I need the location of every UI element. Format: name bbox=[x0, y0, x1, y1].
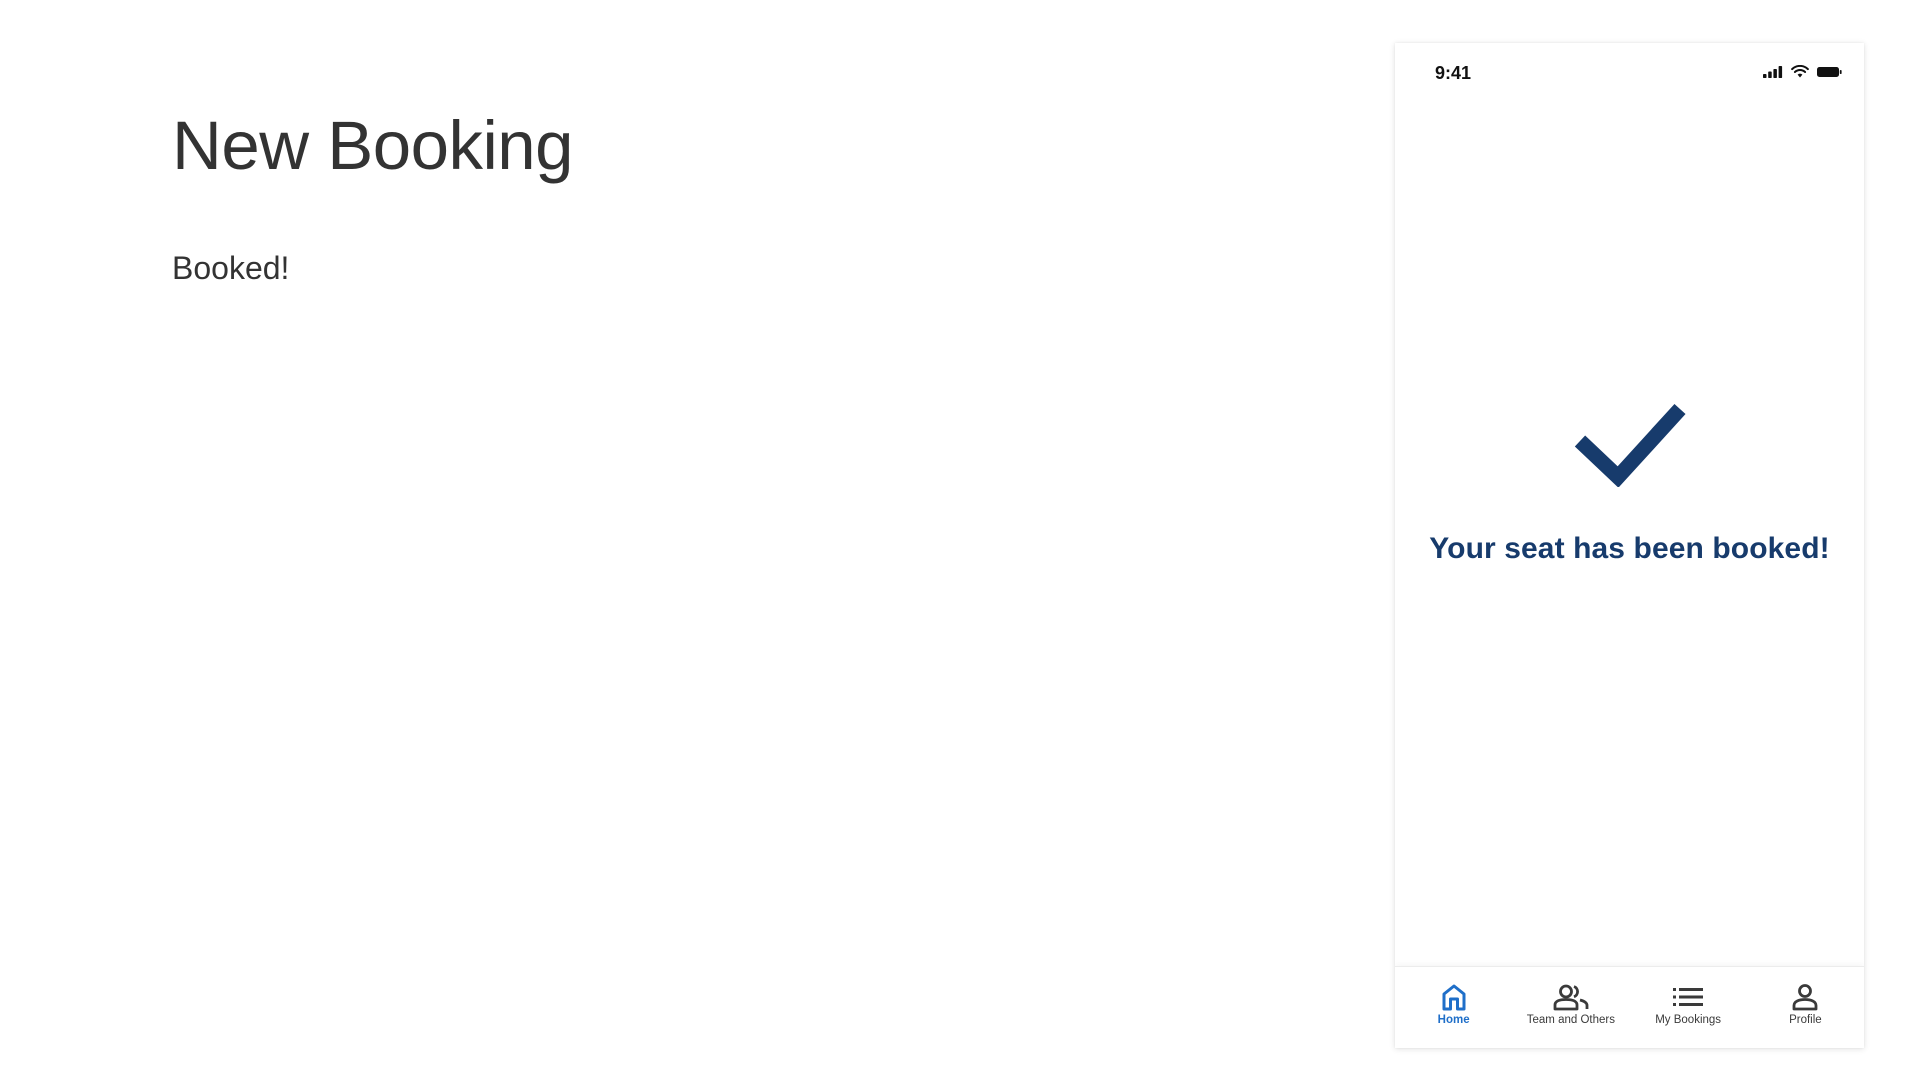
bottom-tab-bar: Home Team and Others My Bookings Profile bbox=[1395, 966, 1864, 1048]
status-bar: 9:41 bbox=[1395, 43, 1864, 103]
tab-team-and-others[interactable]: Team and Others bbox=[1512, 967, 1629, 1048]
confirmation-panel: Your seat has been booked! bbox=[1395, 403, 1864, 566]
status-time: 9:41 bbox=[1435, 63, 1472, 83]
tab-label: My Bookings bbox=[1655, 1014, 1722, 1026]
home-icon bbox=[1442, 984, 1466, 1011]
tab-my-bookings[interactable]: My Bookings bbox=[1630, 967, 1747, 1048]
slide: New Booking Booked! 9:41 Your seat has b… bbox=[0, 0, 1920, 1080]
tab-label: Profile bbox=[1789, 1014, 1822, 1026]
person-icon bbox=[1792, 984, 1818, 1011]
tab-label: Team and Others bbox=[1526, 1014, 1615, 1026]
people-icon bbox=[1553, 984, 1589, 1011]
cellular-signal-icon bbox=[1763, 65, 1783, 78]
checkmark-icon bbox=[1574, 403, 1686, 487]
wifi-icon bbox=[1791, 65, 1809, 78]
page-title: New Booking bbox=[172, 107, 574, 184]
confirmation-message: Your seat has been booked! bbox=[1429, 532, 1830, 565]
status-icons bbox=[1763, 65, 1842, 78]
battery-icon bbox=[1817, 66, 1842, 77]
page-subtitle: Booked! bbox=[172, 250, 290, 286]
phone-mockup: 9:41 Your seat has been booked! Home Tea… bbox=[1395, 43, 1864, 1048]
tab-home[interactable]: Home bbox=[1395, 967, 1512, 1048]
tab-profile[interactable]: Profile bbox=[1747, 967, 1864, 1048]
list-icon bbox=[1673, 988, 1704, 1006]
tab-label: Home bbox=[1437, 1014, 1470, 1026]
